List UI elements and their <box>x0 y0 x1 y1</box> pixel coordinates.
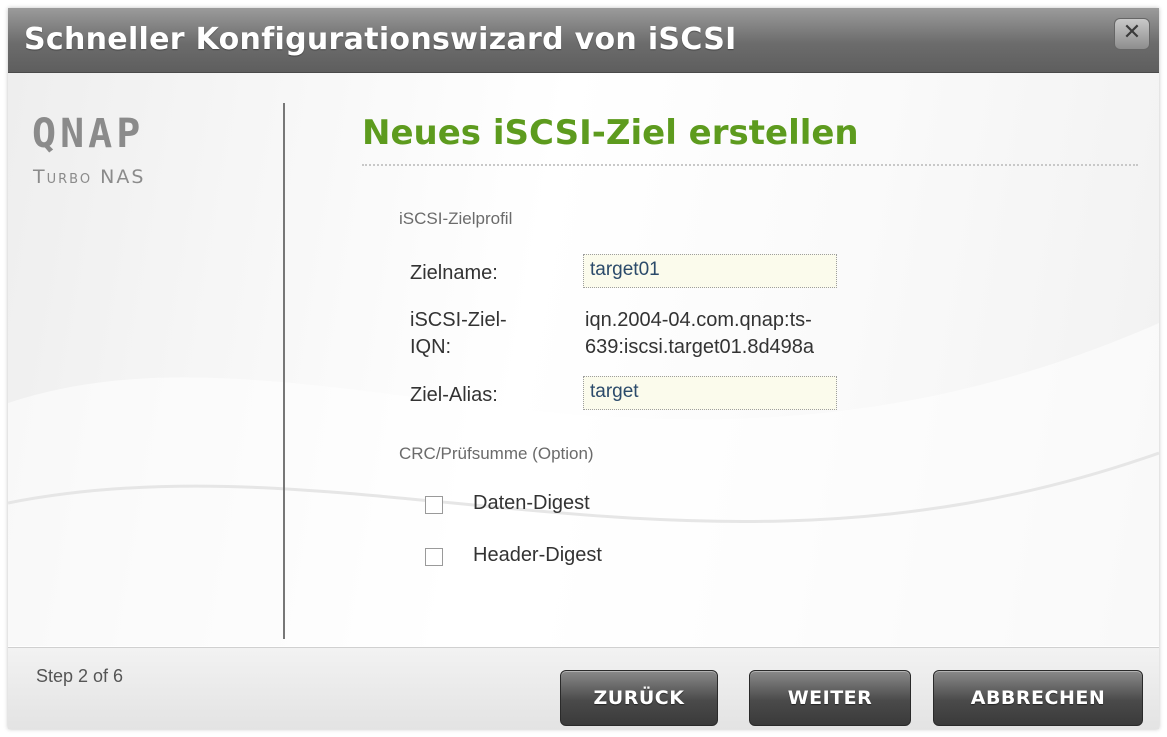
profile-section-title: iSCSI-Zielprofil <box>399 209 513 228</box>
heading-divider <box>362 164 1138 166</box>
back-button[interactable]: ZURÜCK <box>560 670 718 726</box>
alias-input[interactable]: target <box>583 376 837 410</box>
title-bar: Schneller Konfigurationswizard von iSCSI… <box>8 8 1159 73</box>
alias-label: Ziel-Alias: <box>410 384 498 406</box>
close-icon: ✕ <box>1122 20 1142 45</box>
data-digest-label[interactable]: Daten-Digest <box>473 492 590 515</box>
next-button[interactable]: WEITER <box>749 670 911 726</box>
turbo-nas-label: Turbo NAS <box>33 166 146 188</box>
target-name-label: Zielname: <box>410 262 498 284</box>
crc-section-title: CRC/Prüfsumme (Option) <box>399 444 594 463</box>
iqn-label-line1: iSCSI-Ziel- <box>410 309 507 331</box>
close-button[interactable]: ✕ <box>1114 18 1150 50</box>
header-digest-checkbox[interactable] <box>425 548 443 566</box>
page-heading: Neues iSCSI-Ziel erstellen <box>362 113 859 153</box>
wizard-dialog: Schneller Konfigurationswizard von iSCSI… <box>8 8 1159 729</box>
cancel-button[interactable]: ABBRECHEN <box>933 670 1143 726</box>
vertical-divider <box>283 103 285 639</box>
header-digest-label[interactable]: Header-Digest <box>473 544 602 567</box>
footer-bar: Step 2 of 6 ZURÜCK WEITER ABBRECHEN <box>8 647 1159 729</box>
window-title: Schneller Konfigurationswizard von iSCSI <box>24 22 737 57</box>
content-area: QNAP Turbo NAS Neues iSCSI-Ziel erstelle… <box>8 73 1159 646</box>
iqn-label-line2: IQN: <box>410 336 452 358</box>
data-digest-checkbox[interactable] <box>425 496 443 514</box>
iqn-value-line2: 639:iscsi.target01.8d498a <box>585 336 815 358</box>
iqn-value-line1: iqn.2004-04.com.qnap:ts- <box>585 309 812 331</box>
target-name-input[interactable]: target01 <box>583 254 837 288</box>
qnap-logo: QNAP <box>32 111 145 157</box>
step-indicator: Step 2 of 6 <box>36 666 124 686</box>
